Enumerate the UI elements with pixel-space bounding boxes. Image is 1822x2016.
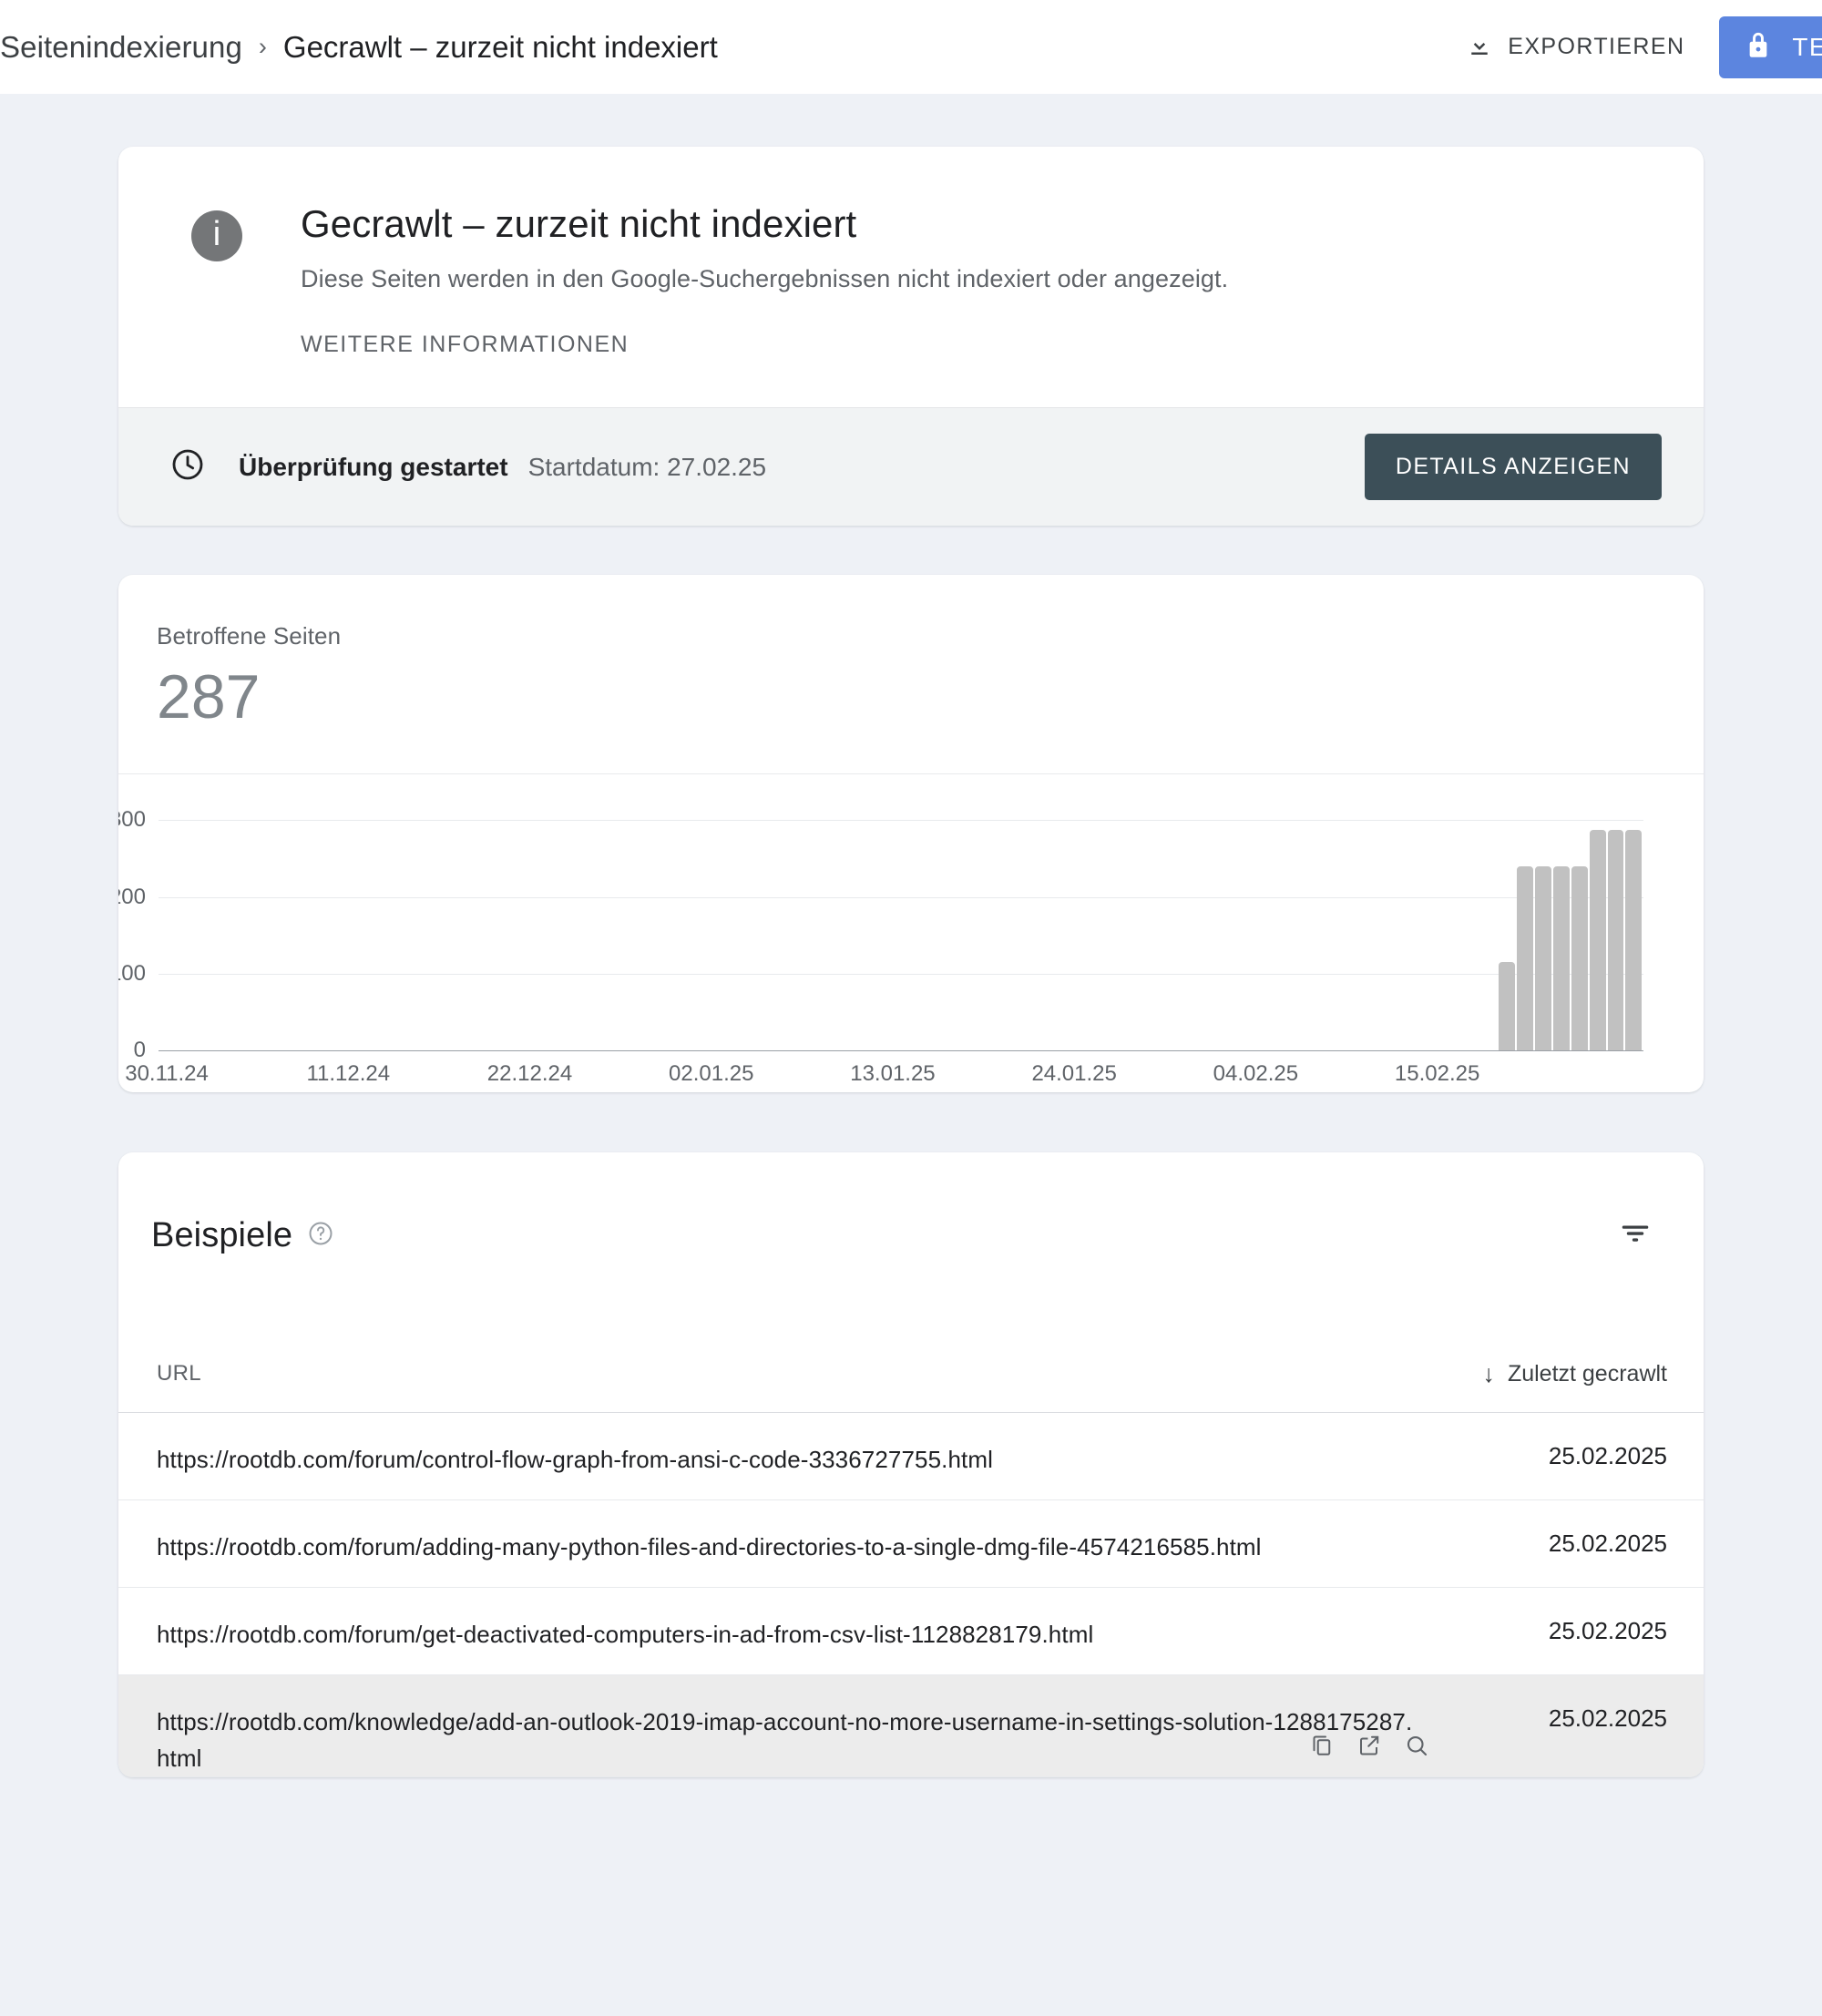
row-last-crawled-date: 25.02.2025: [1548, 1704, 1667, 1732]
row-url[interactable]: https://rootdb.com/forum/control-flow-gr…: [157, 1413, 993, 1479]
row-last-crawled-date: 25.02.2025: [1548, 1441, 1667, 1469]
top-bar-actions: EXPORTIEREN TE: [1446, 0, 1822, 94]
column-header-last-crawled[interactable]: ↓ Zuletzt gecrawlt: [1482, 1361, 1667, 1387]
affected-pages-chart-card: Betroffene Seiten 287 0 100 200 300 30.11.2…: [118, 575, 1704, 1092]
chart-bars: [159, 813, 1643, 1050]
chart-x-tick-label: 13.01.25: [850, 1060, 936, 1086]
chart-bar[interactable]: [1607, 830, 1624, 1050]
row-last-crawled-date: 25.02.2025: [1548, 1529, 1667, 1557]
row-url[interactable]: https://rootdb.com/forum/adding-many-pyt…: [157, 1500, 1262, 1566]
table-row[interactable]: https://rootdb.com/knowledge/add-an-outl…: [118, 1674, 1704, 1778]
page-content: i Gecrawlt – zurzeit nicht indexiert Die…: [0, 94, 1822, 2016]
chart-x-tick-label: 04.02.25: [1213, 1060, 1299, 1086]
row-url[interactable]: https://rootdb.com/forum/get-deactivated…: [157, 1588, 1093, 1653]
chart-x-tick-label: 15.02.25: [1394, 1060, 1480, 1086]
breadcrumb-root[interactable]: Seitenindexierung: [0, 30, 242, 65]
chart-bar[interactable]: [1498, 962, 1515, 1050]
page-subtitle: Diese Seiten werden in den Google-Sucher…: [301, 265, 1229, 293]
column-header-url: URL: [157, 1361, 201, 1387]
filter-icon[interactable]: [1618, 1216, 1653, 1255]
chart-plot-area: 0 100 200 300: [118, 807, 1643, 1062]
validation-start-date: Startdatum: 27.02.25: [527, 452, 767, 481]
metric-label: Betroffene Seiten: [157, 622, 342, 650]
row-actions: [1308, 1732, 1430, 1764]
more-info-link[interactable]: WEITERE INFORMATIONEN: [301, 332, 629, 358]
table-row[interactable]: https://rootdb.com/forum/control-flow-gr…: [118, 1413, 1704, 1500]
examples-card: Beispiele URL ↓ Zuletzt gecrawlt https:/…: [118, 1151, 1704, 1778]
chart-x-tick-label: 02.01.25: [669, 1060, 754, 1086]
row-url[interactable]: https://rootdb.com/knowledge/add-an-outl…: [157, 1675, 1414, 1776]
top-app-bar: Seitenindexierung › Gecrawlt – zurzeit n…: [0, 0, 1822, 94]
chart-bar[interactable]: [1534, 865, 1551, 1050]
status-info-card: i Gecrawlt – zurzeit nicht indexiert Die…: [118, 147, 1704, 527]
examples-title: Beispiele: [151, 1216, 293, 1255]
test-live-url-label: TE: [1792, 32, 1822, 61]
chart-x-axis-labels: 30.11.24 11.12.24 22.12.24 02.01.25 13.01.25…: [125, 1060, 1643, 1092]
info-circle-icon: i: [191, 210, 242, 261]
chart-x-tick-label: 30.11.24: [125, 1060, 209, 1086]
download-icon: [1466, 32, 1493, 62]
page-title: Gecrawlt – zurzeit nicht indexiert: [301, 202, 857, 245]
lock-icon: [1743, 30, 1774, 64]
row-last-crawled-date: 25.02.2025: [1548, 1616, 1667, 1644]
examples-header: Beispiele: [118, 1152, 1704, 1271]
table-row[interactable]: https://rootdb.com/forum/adding-many-pyt…: [118, 1500, 1704, 1588]
metric-value: 287: [157, 662, 261, 732]
sort-descending-icon: ↓: [1482, 1359, 1495, 1387]
validation-status-bar: Überprüfung gestartet Startdatum: 27.02.…: [118, 407, 1704, 527]
status-info-body: i Gecrawlt – zurzeit nicht indexiert Die…: [118, 147, 1704, 407]
export-button[interactable]: EXPORTIEREN: [1446, 32, 1704, 62]
show-details-button[interactable]: DETAILS ANZEIGEN: [1364, 434, 1662, 501]
chart-inner: 0 100 200 300 30.11.24 11.12.24 22.12.24 02.01…: [118, 774, 1704, 1092]
open-in-new-icon[interactable]: [1356, 1732, 1383, 1764]
chart-bar[interactable]: [1625, 830, 1643, 1050]
chart-x-tick-label: 11.12.24: [306, 1060, 391, 1086]
chart-y-tick-label: 200: [118, 884, 146, 909]
breadcrumb-separator-icon: ›: [258, 33, 267, 60]
chart-x-tick-label: 22.12.24: [486, 1060, 573, 1086]
chart-x-tick-label: 24.01.25: [1031, 1060, 1117, 1086]
affected-pages-metric: Betroffene Seiten 287: [118, 575, 1704, 773]
info-icon-container: i: [191, 203, 301, 358]
chart-y-tick-label: 100: [118, 960, 146, 986]
copy-icon[interactable]: [1308, 1732, 1336, 1764]
table-row[interactable]: https://rootdb.com/forum/get-deactivated…: [118, 1588, 1704, 1675]
table-body: https://rootdb.com/forum/control-flow-gr…: [118, 1413, 1704, 1778]
inspect-search-icon[interactable]: [1403, 1732, 1430, 1764]
chart-y-tick-label: 300: [118, 807, 146, 833]
status-info-text: Gecrawlt – zurzeit nicht indexiert Diese…: [301, 202, 1229, 358]
chart-gridline: 0: [134, 1038, 1643, 1062]
examples-table: URL ↓ Zuletzt gecrawlt https://rootdb.co…: [118, 1336, 1704, 1778]
chart-bar[interactable]: [1571, 865, 1588, 1050]
breadcrumb: Seitenindexierung › Gecrawlt – zurzeit n…: [0, 30, 718, 65]
help-circle-icon[interactable]: [307, 1220, 334, 1252]
breadcrumb-current: Gecrawlt – zurzeit nicht indexiert: [282, 29, 718, 64]
chart-y-tick-label: 0: [133, 1037, 146, 1062]
chart-bar[interactable]: [1589, 830, 1606, 1050]
table-header-row: URL ↓ Zuletzt gecrawlt: [118, 1336, 1704, 1413]
export-button-label: EXPORTIEREN: [1508, 34, 1685, 59]
test-live-url-button[interactable]: TE: [1719, 15, 1822, 78]
chart-bar[interactable]: [1552, 865, 1570, 1050]
affected-pages-chart[interactable]: 0 100 200 300 30.11.24 11.12.24 22.12.24 02.01…: [118, 773, 1704, 1092]
chart-bar[interactable]: [1516, 865, 1533, 1050]
column-header-last-crawled-label: Zuletzt gecrawlt: [1507, 1360, 1667, 1387]
clock-icon: [169, 446, 206, 487]
validation-state-label: Überprüfung gestartet: [239, 452, 508, 481]
